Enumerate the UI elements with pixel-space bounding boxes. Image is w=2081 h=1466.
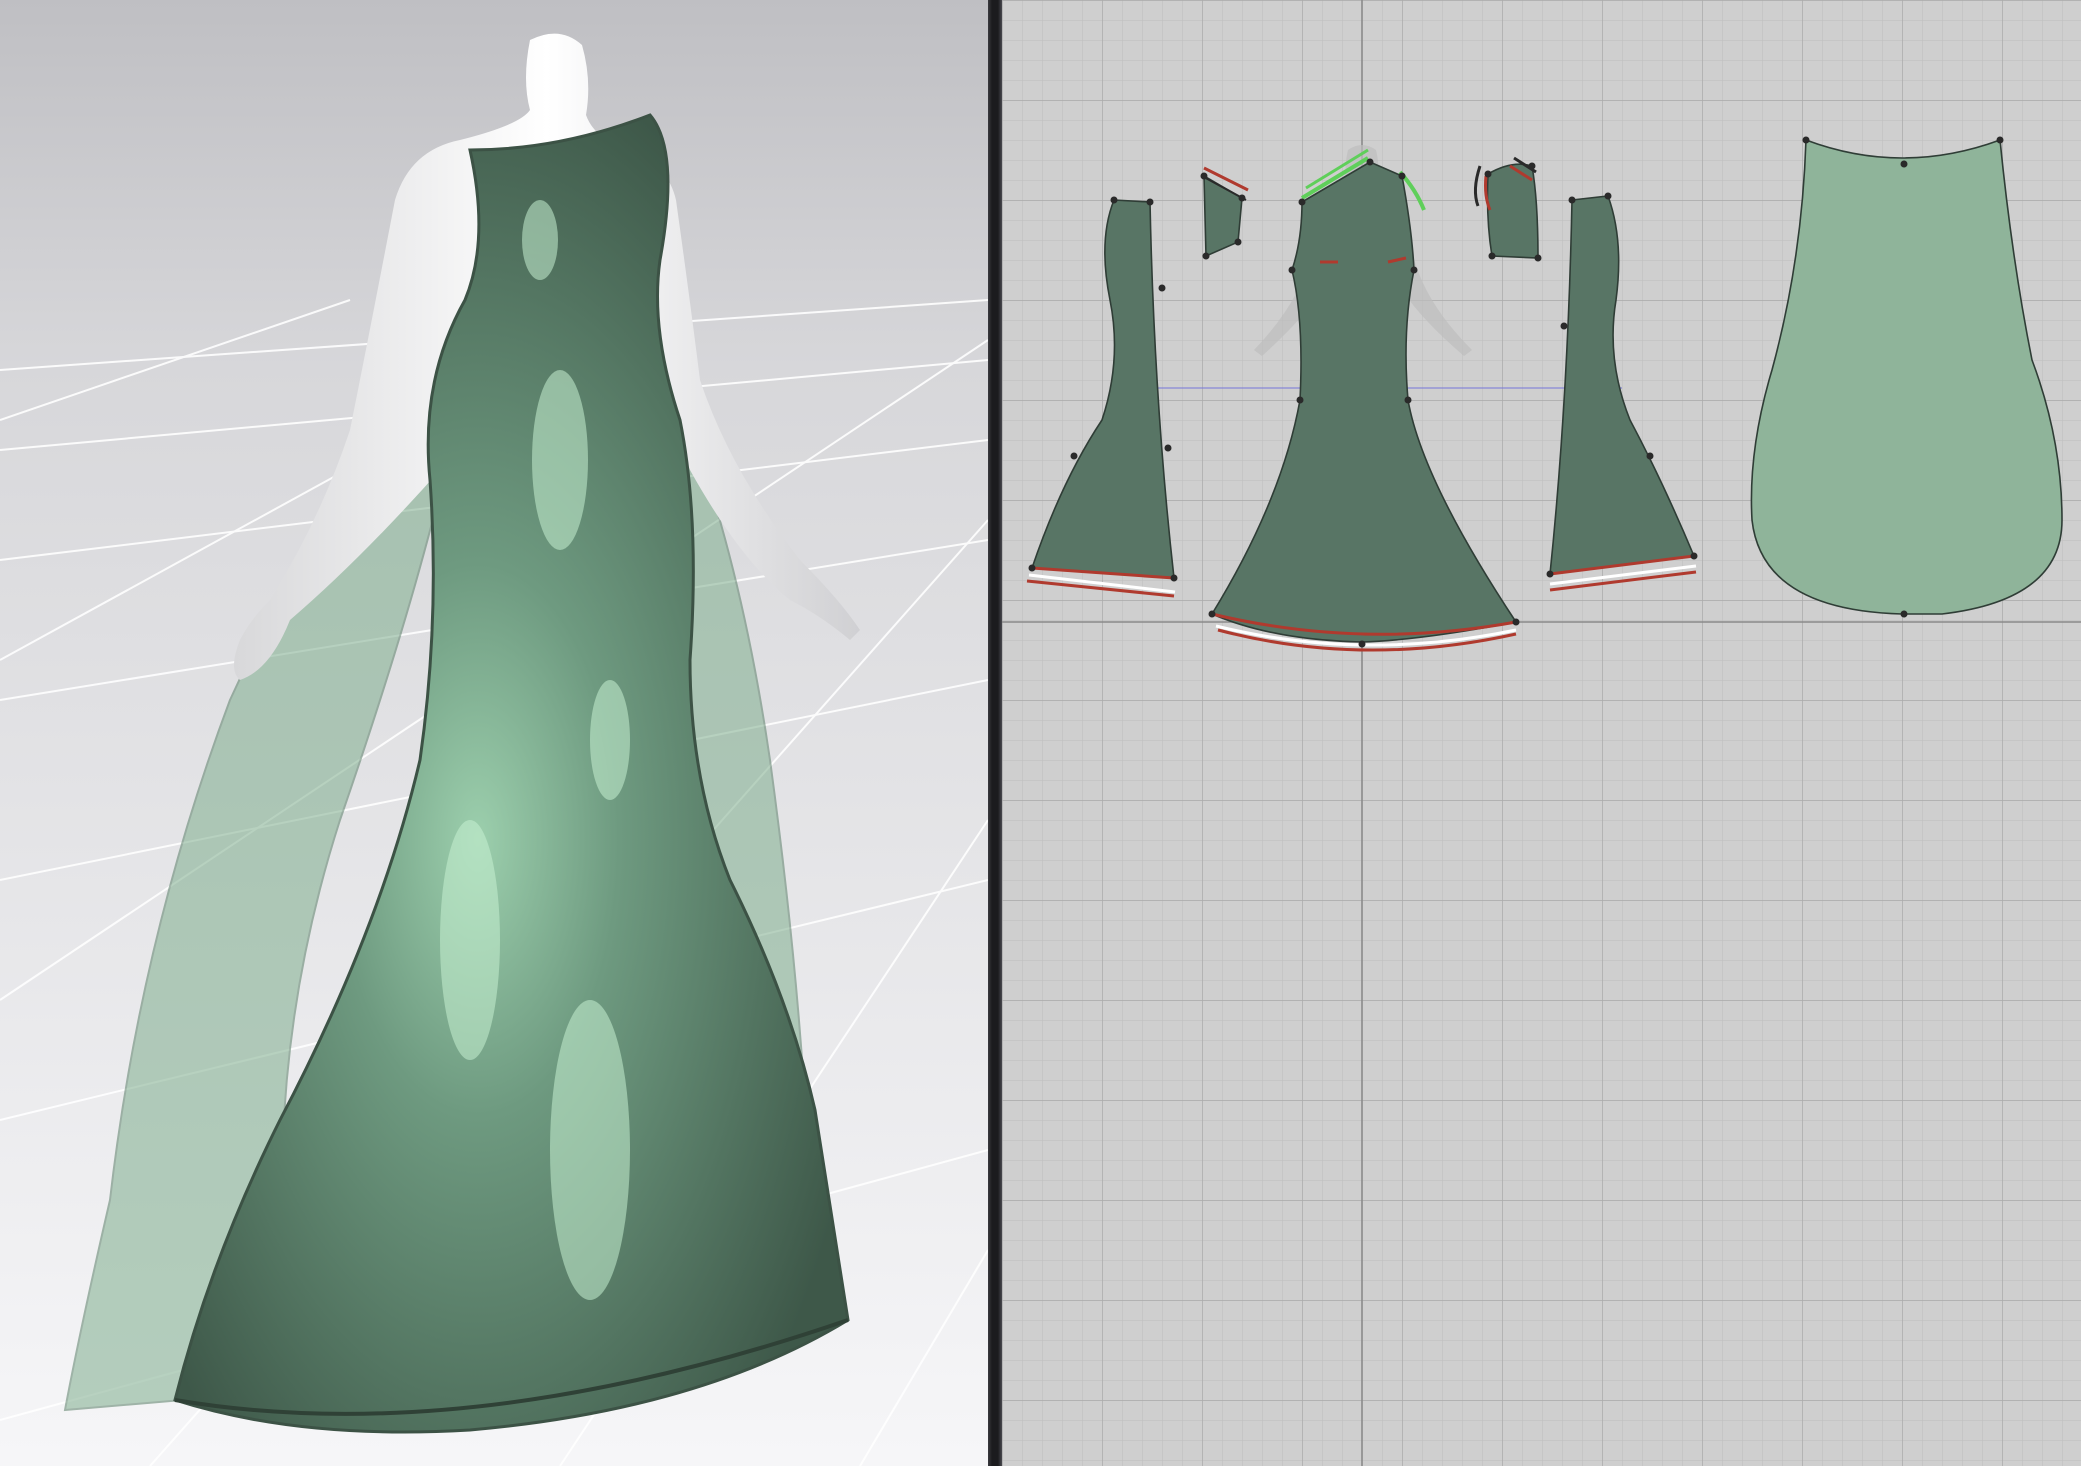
2d-pattern-viewport[interactable] bbox=[1002, 0, 2081, 1466]
3d-viewport[interactable] bbox=[0, 0, 988, 1466]
pattern-canvas[interactable] bbox=[1002, 0, 2081, 1466]
3d-scene[interactable] bbox=[0, 0, 988, 1466]
viewport-splitter[interactable] bbox=[988, 0, 1002, 1466]
